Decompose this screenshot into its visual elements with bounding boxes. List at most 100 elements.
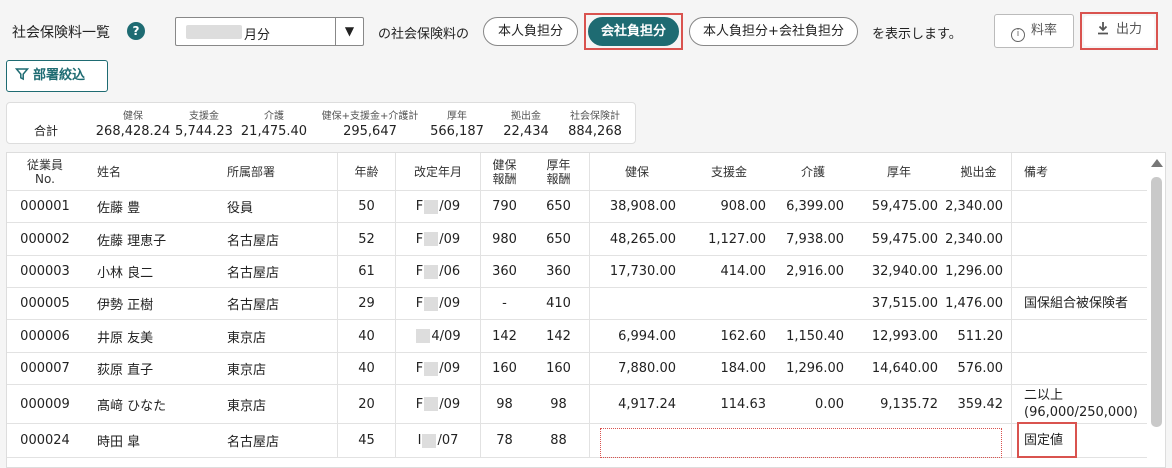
table-row[interactable]: 000007 荻原 直子 東京店 40 F/09 160 160 7,880.00 184.00…: [7, 353, 1147, 385]
totals-value: 21,475.40: [240, 124, 308, 139]
cell-employee-no: 000009: [20, 396, 70, 412]
scroll-up-arrow-icon[interactable]: [1151, 159, 1163, 167]
note-text: 国保組合被保険者: [1024, 296, 1129, 311]
table-row[interactable]: 000003 小林 良二 名古屋店 61 F/06 360 360 17,730.00 414.…: [7, 256, 1147, 288]
revised-era: F: [415, 396, 424, 412]
cell-employee-no: 000003: [20, 264, 70, 279]
revised-month: 4/09: [431, 328, 461, 344]
revised-month: /07: [437, 433, 459, 448]
header-name[interactable]: 姓名: [83, 153, 213, 190]
dropdown-arrow-icon[interactable]: ▼: [335, 18, 363, 45]
cell-note: [1012, 223, 1142, 255]
cell-kounen-amount: 9,135.72: [880, 396, 938, 412]
scroll-thumb[interactable]: [1151, 177, 1162, 427]
vertical-scrollbar[interactable]: [1147, 153, 1165, 467]
cell-shien: 184.00: [720, 361, 767, 376]
cell-kenpo-amount: 6,994.00: [618, 328, 676, 344]
totals-social-insurance: 社会保険計 884,268: [559, 107, 631, 139]
header-kaigo[interactable]: 介護: [774, 153, 852, 190]
table-row[interactable]: 000005 伊勢 正樹 名古屋店 29 F/09-410 37,515.00 1,476.…: [7, 288, 1147, 320]
export-button[interactable]: 出力: [1084, 16, 1154, 46]
totals-value: 295,647: [343, 124, 397, 139]
page-title: 社会保険料一覧: [12, 25, 110, 41]
cell-department: 名古屋店: [213, 256, 338, 287]
cell-kounen-amount: 14,640.00: [871, 361, 938, 376]
month-select-value: 月分: [244, 28, 271, 43]
cell-name: 髙﨑 ひなた: [97, 398, 167, 414]
cell-kenpo-amount: 17,730.00: [609, 264, 676, 279]
header-kenpo-amount[interactable]: 健保: [590, 153, 684, 190]
cell-kenpo-amount: 7,880.00: [618, 361, 676, 376]
month-year-redacted: [186, 25, 242, 39]
cell-kyoshutsu: 2,340.00: [945, 191, 1012, 222]
cell-note: [1012, 256, 1142, 287]
table-header-row: 従業員 No. 姓名 所属部署 年齢 改定年月 健保 報酬 厚年 報酬 健保 支…: [7, 153, 1147, 191]
totals-header: 拠出金: [511, 111, 541, 122]
header-employee-no[interactable]: 従業員 No.: [7, 153, 83, 190]
totals-value: 22,434: [503, 124, 549, 139]
cell-revised-month: F/06: [396, 256, 481, 287]
cell-revised-month: F/09: [396, 191, 481, 222]
top-bar: 社会保険料一覧 ? 月分 ▼ の社会保険料の 本人負担分 会社負担分 本人負担分…: [0, 0, 1172, 62]
totals-header: 健保+支援金+介護計: [321, 111, 419, 122]
cell-note: [1012, 320, 1142, 352]
header-kounen-remuneration[interactable]: 厚年 報酬: [528, 153, 590, 190]
cell-kaigo: 1,150.40: [786, 328, 844, 344]
revised-era: I: [417, 433, 422, 448]
rate-button[interactable]: i 料率: [994, 14, 1074, 48]
toggle-company-share[interactable]: 会社負担分: [588, 17, 679, 46]
header-age[interactable]: 年齢: [338, 153, 396, 190]
totals-kenpo: 健保 268,428.24: [93, 107, 173, 139]
cell-kyoshutsu: 1,296.00: [945, 256, 1012, 287]
header-shien[interactable]: 支援金: [684, 153, 774, 190]
social-insurance-label: の社会保険料の: [378, 27, 470, 42]
cell-shien: 908.00: [720, 199, 767, 214]
header-text: 報酬: [546, 171, 571, 186]
cell-shien: 1,127.00: [708, 231, 766, 247]
toggle-both-share[interactable]: 本人負担分+会社負担分: [689, 17, 858, 46]
revised-year-redacted: [424, 232, 439, 246]
cell-kounen-remuneration: 88: [528, 424, 590, 457]
cell-kounen-remuneration: 98: [528, 385, 590, 423]
header-kyoshutsu[interactable]: 拠出金: [946, 153, 1012, 190]
cell-kaigo: 2,916.00: [786, 264, 844, 279]
table-row[interactable]: 000001 佐藤 豊役員 50 F/09 790 650 38,908.00 908.00 6…: [7, 191, 1147, 223]
cell-department: 東京店: [213, 385, 338, 423]
toggle-employee-share[interactable]: 本人負担分: [483, 17, 578, 46]
table-row[interactable]: 000009 髙﨑 ひなた 東京店 20 F/09 98 98 4,917.24 114.63 0…: [7, 385, 1147, 424]
totals-header: 支援金: [189, 111, 219, 122]
header-text: 健保: [492, 157, 517, 172]
cell-kyoshutsu: 359.42: [946, 385, 1012, 423]
cell-kounen-remuneration: 410: [528, 288, 590, 319]
table-row[interactable]: 000006 井原 友美 東京店 40 4/09 142 142 6,994.00 162.60…: [7, 320, 1147, 353]
cell-kounen-amount: 59,475.00: [871, 199, 938, 214]
header-revised-month[interactable]: 改定年月: [396, 153, 481, 190]
question-circle-icon[interactable]: ?: [127, 22, 145, 40]
revised-year-redacted: [424, 264, 439, 279]
cell-note: [1012, 353, 1142, 384]
revised-era: F: [415, 231, 424, 247]
cell-kenpo-remuneration: -: [502, 296, 507, 311]
header-department[interactable]: 所属部署: [213, 153, 338, 190]
cell-age: 45: [338, 424, 396, 457]
cell-name: 小林 良二: [97, 266, 154, 281]
month-select[interactable]: 月分 ▼: [175, 17, 364, 46]
totals-shien: 支援金 5,744.23: [173, 107, 235, 139]
header-text: 報酬: [492, 171, 517, 186]
cell-age: 40: [338, 320, 396, 352]
cell-employee-no: 000007: [20, 361, 70, 376]
header-kounen-amount[interactable]: 厚年: [852, 153, 946, 190]
highlight-frame-fixed-value: [1017, 422, 1077, 458]
cell-kenpo-remuneration: 790: [492, 199, 517, 214]
totals-label: 合計: [34, 124, 59, 138]
revised-month: /06: [439, 264, 461, 279]
header-note[interactable]: 備考: [1012, 153, 1142, 190]
totals-panel: 合計 健保 268,428.24 支援金 5,744.23 介護 21,475.…: [6, 102, 636, 144]
cell-kounen-remuneration: 142: [528, 320, 590, 352]
filter-icon: [14, 68, 30, 81]
department-filter-button[interactable]: 部署絞込: [6, 60, 108, 92]
header-kenpo-remuneration[interactable]: 健保 報酬: [481, 153, 528, 190]
table-row[interactable]: 000002 佐藤 理恵子 名古屋店 52 F/09 980 650 48,265.00 1,1…: [7, 223, 1147, 256]
cell-age: 52: [338, 223, 396, 255]
note-text: 二以上: [1024, 388, 1064, 403]
